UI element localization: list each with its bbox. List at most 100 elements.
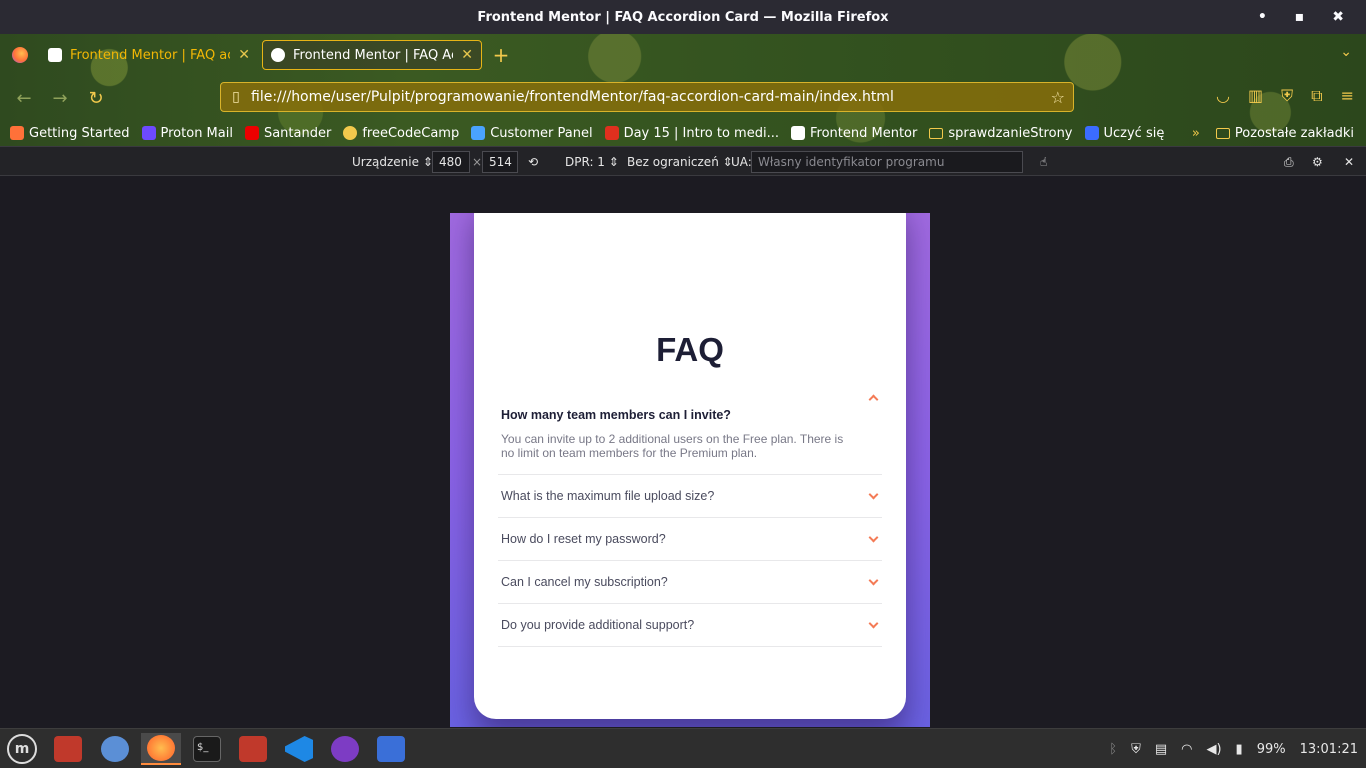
privacy-shield-icon[interactable]: ⛨ [1281,86,1293,106]
close-tab-icon[interactable]: ✕ [238,47,250,63]
extensions-icon[interactable]: ⧉ [1311,86,1322,106]
reload-icon[interactable]: ↻ [78,88,114,109]
bookmark-item[interactable]: Proton Mail [141,125,233,141]
bookmark-item[interactable]: Uczyć się [1084,125,1165,141]
faq-item: How many team members can I invite? You c… [498,378,882,475]
user-agent-input[interactable]: Własny identyfikator programu [751,151,1023,173]
page-icon [790,126,805,140]
vscode-icon[interactable] [279,733,319,765]
volume-icon[interactable]: ◀) [1206,742,1221,757]
more-bookmarks-icon[interactable]: » [1192,126,1200,141]
responsive-design-toolbar: Urządzenie ⇕ 480 × 514 ⟲ DPR: 1 ⇕ Bez og… [0,146,1366,176]
faq-card: FAQ How many team members can I invite? Y… [474,213,906,719]
kp-icon [604,126,619,140]
new-tab-button[interactable]: + [486,43,516,67]
battery-percentage: 99% [1256,741,1286,757]
other-bookmarks-folder[interactable]: Pozostałe zakładki [1215,125,1354,141]
faq-question[interactable]: What is the maximum file upload size? [498,475,882,517]
other-bookmarks-label: Pozostałe zakładki [1234,125,1354,141]
faq-question[interactable]: How many team members can I invite? [498,378,882,432]
globe-icon [343,126,358,140]
dpr-selector[interactable]: DPR: 1 ⇕ [565,152,619,172]
throttling-selector[interactable]: Bez ograniczeń ⇕ [627,152,733,172]
faq-question[interactable]: How do I reset my password? [498,518,882,560]
touch-simulation-icon[interactable]: ☝ [1040,152,1047,172]
firefox-menu-icon[interactable] [0,47,40,63]
settings-gear-icon[interactable]: ⚙ [1312,152,1323,172]
bookmark-label: Frontend Mentor [809,125,918,141]
device-selector[interactable]: Urządzenie ⇕ [352,152,433,172]
rotate-viewport-icon[interactable]: ⟲ [528,152,538,172]
list-all-tabs-icon[interactable]: ⌄ [1340,44,1352,60]
tab-strip: Frontend Mentor | FAQ acc ✕ Frontend Men… [0,34,1366,76]
screenshot-icon[interactable]: ⎙ [1284,152,1294,172]
device-selector-label: Urządzenie [352,155,419,169]
files-folder-icon[interactable] [48,733,88,765]
tab-faq-2-active[interactable]: Frontend Mentor | FAQ Acc ✕ [262,40,482,70]
faq-question[interactable]: Do you provide additional support? [498,604,882,646]
minimize-button[interactable]: • [1258,9,1267,25]
bookmark-label: Uczyć się [1103,125,1165,141]
bookmark-item[interactable]: freeCodeCamp [343,126,459,141]
hamburger-menu-icon[interactable]: ≡ [1341,86,1354,106]
taskbar: m $_ ᛒ ⛨ ▤ ◠ ◀) ▮ 99% 13:01:21 [0,728,1366,768]
dimension-separator: × [472,155,483,169]
maximize-button[interactable]: ▪ [1295,9,1305,25]
santander-icon [244,126,259,140]
protonmail-icon [141,126,156,140]
feather-icon [471,126,486,140]
tor-browser-icon[interactable] [325,733,365,765]
dpr-label: DPR: 1 [565,155,605,169]
bookmark-label: sprawdzanieStrony [948,125,1073,141]
tab-label: Frontend Mentor | FAQ Acc [293,47,454,63]
ua-label: UA: [731,155,752,169]
page-info-icon[interactable]: ▯ [221,89,251,105]
bookmark-item[interactable]: sprawdzanieStrony [929,125,1073,141]
shield-icon[interactable]: ⛨ [1131,742,1141,757]
wifi-icon[interactable]: ◠ [1181,742,1192,757]
screenshot-tool-icon[interactable] [371,733,411,765]
bookmark-label: Santander [263,125,332,141]
mint-menu-icon[interactable]: m [2,733,42,765]
clipboard-icon[interactable]: ▤ [1155,742,1167,757]
back-icon[interactable]: ← [6,88,42,109]
bookmark-item[interactable]: Customer Panel [471,126,593,141]
bookmark-item[interactable]: Day 15 | Intro to medi... [604,125,779,141]
folder-icon [1215,127,1230,139]
faq-item: Do you provide additional support? [498,604,882,647]
url-text[interactable]: file:///home/user/Pulpit/programowanie/f… [251,89,894,105]
faq-title: FAQ [656,331,724,368]
terminal-icon[interactable]: $_ [187,733,227,765]
bookmark-label: Day 15 | Intro to medi... [623,125,779,141]
clock[interactable]: 13:01:21 [1300,742,1358,757]
chromium-icon[interactable] [95,733,135,765]
page-content-area: FAQ How many team members can I invite? Y… [0,176,1366,728]
url-bar[interactable]: ▯ file:///home/user/Pulpit/programowanie… [220,82,1074,112]
close-tab-icon[interactable]: ✕ [461,47,473,63]
firefox-taskbar-icon[interactable] [141,733,181,765]
close-window-button[interactable]: ✖ [1332,9,1344,25]
file-manager-icon[interactable] [233,733,273,765]
pocket-icon[interactable]: ◡ [1216,86,1230,106]
bookmark-item[interactable]: Getting Started [10,126,130,141]
learn-icon [1084,126,1099,140]
close-rdm-icon[interactable]: ✕ [1344,152,1354,172]
window-titlebar: Frontend Mentor | FAQ Accordion Card — M… [0,0,1366,34]
forward-icon[interactable]: → [42,88,78,109]
viewport-height-input[interactable]: 514 [482,151,518,173]
tab-faq-1[interactable]: Frontend Mentor | FAQ acc ✕ [40,40,258,70]
bookmark-label: Proton Mail [160,125,233,141]
firefox-icon [10,126,24,140]
viewport-width-input[interactable]: 480 [432,151,470,173]
faq-question[interactable]: Can I cancel my subscription? [498,561,882,603]
library-icon[interactable]: ▥ [1248,86,1263,106]
faq-item: How do I reset my password? [498,518,882,561]
faq-answer: You can invite up to 2 additional users … [501,432,844,460]
bookmark-label: Getting Started [29,125,130,141]
responsive-viewport: FAQ How many team members can I invite? Y… [450,213,930,727]
bookmark-item[interactable]: Santander [244,125,332,141]
bookmark-item[interactable]: Frontend Mentor [790,125,918,141]
bookmark-star-icon[interactable]: ☆ [1051,88,1065,107]
battery-icon[interactable]: ▮ [1236,742,1243,757]
bluetooth-icon[interactable]: ᛒ [1109,742,1117,757]
